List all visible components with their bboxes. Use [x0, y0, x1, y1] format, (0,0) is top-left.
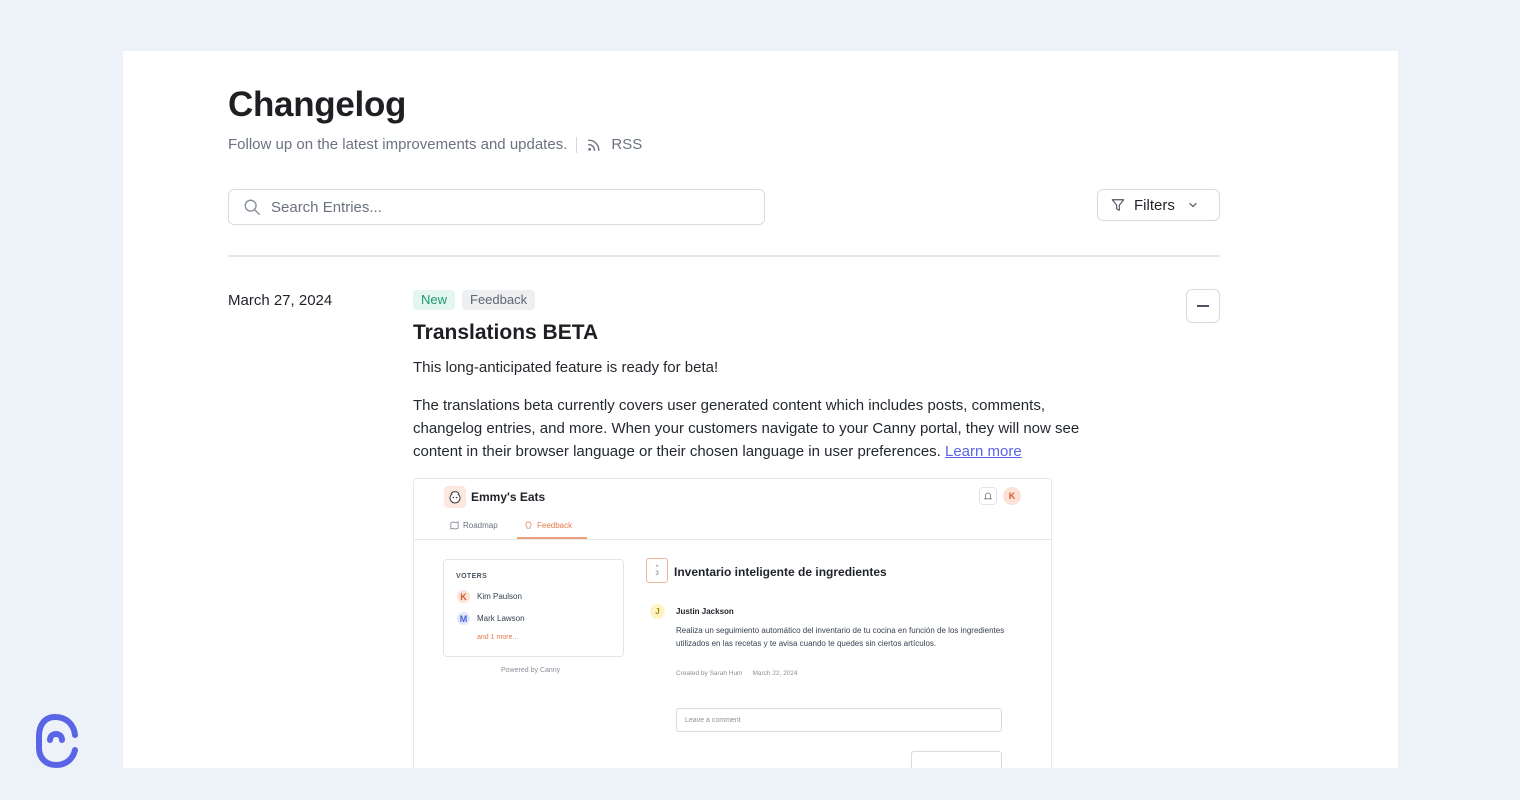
changelog-card: Changelog Follow up on the latest improv… — [123, 51, 1398, 768]
commenter-name: Justin Jackson — [676, 607, 734, 616]
post-body: Realiza un seguimiento automático del in… — [676, 626, 1005, 648]
entry-date: March 27, 2024 — [228, 292, 333, 309]
voter-name: Mark Lawson — [477, 614, 525, 623]
lightbulb-icon — [525, 521, 532, 529]
canny-logo-icon[interactable] — [34, 712, 80, 770]
page-title: Changelog — [228, 85, 407, 124]
collapse-button[interactable] — [1186, 289, 1220, 323]
vote-button: ^ 3 — [646, 558, 668, 583]
tag-feedback[interactable]: Feedback — [462, 290, 536, 310]
tab-feedback: Feedback — [524, 521, 572, 530]
post-meta: Created by Sarah Hum March 22, 2024 — [676, 670, 798, 677]
header-divider — [228, 255, 1220, 257]
voters-title: VOTERS — [456, 573, 488, 580]
voter-item: M Mark Lawson — [457, 612, 525, 625]
tag-new[interactable]: New — [413, 290, 456, 310]
powered-by: Powered by Canny — [501, 667, 561, 674]
rss-icon[interactable] — [587, 138, 601, 152]
voters-panel: VOTERS K Kim Paulson M Mark Lawson and 1… — [443, 559, 624, 657]
page-subtitle: Follow up on the latest improvements and… — [228, 136, 568, 153]
voters-more: and 1 more... — [477, 634, 519, 641]
learn-more-link[interactable]: Learn more — [945, 443, 1022, 460]
entry-tags: New Feedback — [413, 290, 536, 310]
vote-count: 3 — [655, 570, 659, 577]
entry-title: Translations BETA — [413, 321, 599, 344]
filters-button[interactable]: Filters — [1097, 189, 1220, 221]
entry-paragraph-2: The translations beta currently covers u… — [413, 394, 1113, 463]
chevron-down-icon — [1189, 202, 1197, 208]
brand-name: Emmy's Eats — [471, 490, 546, 504]
voter-avatar: K — [457, 590, 470, 603]
minus-icon — [1197, 305, 1209, 307]
voter-avatar: M — [457, 612, 470, 625]
comment-submit-button — [911, 751, 1002, 768]
subtitle-separator — [576, 136, 578, 153]
screenshot-header — [414, 479, 1051, 540]
search-icon — [244, 199, 260, 215]
commenter-avatar: J — [650, 604, 665, 619]
active-tab-indicator — [517, 537, 587, 539]
user-avatar: K — [1003, 487, 1021, 505]
map-icon — [450, 521, 459, 530]
search-box[interactable] — [228, 189, 765, 225]
filters-label: Filters — [1134, 196, 1175, 214]
filter-icon — [1111, 199, 1125, 211]
post-date: March 22, 2024 — [752, 670, 798, 677]
brand-logo-icon — [444, 486, 466, 508]
post-title: Inventario inteligente de ingredientes — [674, 565, 887, 579]
bell-icon — [979, 487, 997, 505]
tab-roadmap: Roadmap — [450, 521, 498, 530]
entry-paragraph-1: This long-anticipated feature is ready f… — [413, 359, 719, 376]
tab-roadmap-label: Roadmap — [463, 521, 498, 530]
search-input[interactable] — [271, 198, 751, 216]
rss-link[interactable]: RSS — [611, 136, 642, 153]
tab-feedback-label: Feedback — [537, 521, 573, 530]
entry-screenshot: Emmy's Eats K Roadmap Feedback VOTERS K … — [413, 478, 1052, 768]
post-author: Created by Sarah Hum — [676, 670, 743, 677]
voter-name: Kim Paulson — [477, 592, 522, 601]
comment-input: Leave a comment — [676, 708, 1002, 732]
subtitle-row: Follow up on the latest improvements and… — [228, 136, 642, 153]
voter-item: K Kim Paulson — [457, 590, 522, 603]
